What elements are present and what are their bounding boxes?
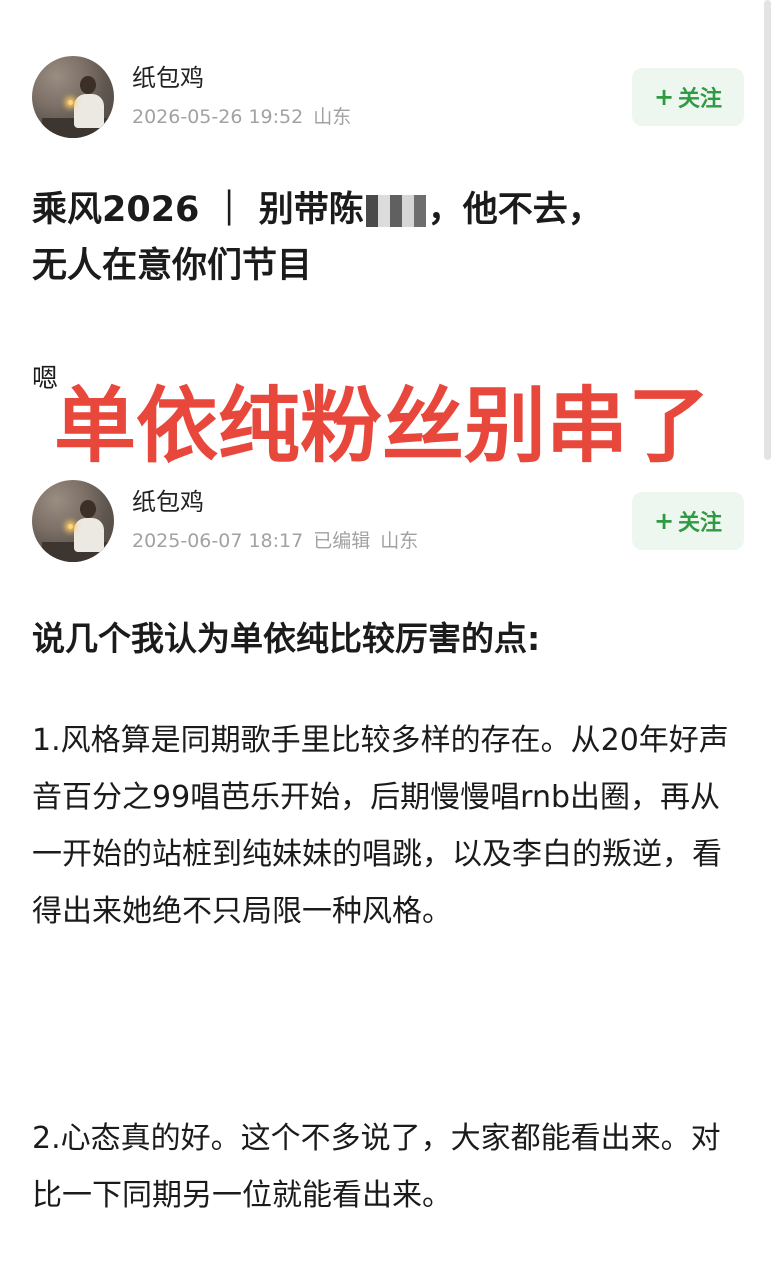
overlay-caption: 单依纯粉丝别串了 (54, 379, 711, 474)
post-heading: 说几个我认为单依纯比较厉害的点: (32, 619, 541, 658)
username[interactable]: 纸包鸡 (132, 58, 204, 93)
follow-button[interactable]: + 关注 (632, 68, 744, 126)
avatar[interactable] (32, 56, 114, 138)
edited-tag: 已编辑 (313, 530, 371, 552)
plus-icon: + (653, 507, 675, 535)
plus-icon: + (653, 83, 675, 111)
post-meta: 2026-05-26 19:52 山东 (132, 102, 361, 129)
username[interactable]: 纸包鸡 (132, 482, 204, 517)
post-meta: 2025-06-07 18:17 已编辑 山东 (132, 526, 428, 553)
paragraph-2: 2.心态真的好。这个不多说了，大家都能看出来。对比一下同期另一位就能看出来。 (32, 1121, 721, 1213)
post-location: 山东 (380, 530, 419, 552)
post-date: 2026-05-26 19:52 (132, 106, 304, 128)
follow-label: 关注 (678, 511, 723, 536)
follow-button[interactable]: + 关注 (632, 492, 744, 550)
paragraph-1: 1.风格算是同期歌手里比较多样的存在。从20年好声音百分之99唱芭乐开始，后期慢… (32, 723, 729, 929)
follow-label: 关注 (678, 87, 723, 112)
post-location: 山东 (313, 106, 352, 128)
title-part-1: 乘风2026 ｜ 别带陈 (32, 190, 364, 230)
post-title: 乘风2026 ｜ 别带陈 ，他不去， 无人在意你们节目 (32, 182, 732, 294)
censor-mosaic (365, 195, 426, 227)
title-part-2: ，他不去， (427, 190, 603, 230)
post-header-1: 纸包鸡 2026-05-26 19:52 山东 + 关注 (0, 56, 773, 146)
avatar[interactable] (32, 480, 114, 562)
post-header-2: 纸包鸡 2025-06-07 18:17 已编辑 山东 + 关注 (0, 480, 773, 570)
title-line-2: 无人在意你们节目 (32, 246, 313, 286)
post-date: 2025-06-07 18:17 (132, 530, 304, 552)
